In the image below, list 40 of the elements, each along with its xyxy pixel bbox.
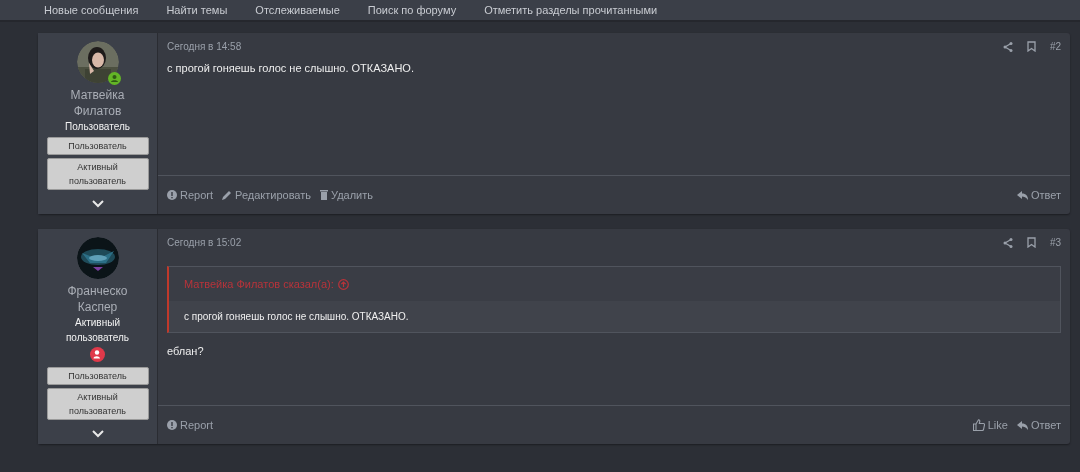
post-time[interactable]: Сегодня в 14:58 <box>167 41 1003 52</box>
nav-link[interactable]: Поиск по форуму <box>367 4 457 16</box>
post-number[interactable]: #3 <box>1049 237 1061 248</box>
report-button[interactable]: Report <box>167 189 214 201</box>
pencil-icon <box>222 190 233 200</box>
delete-button[interactable]: Удалить <box>320 189 374 201</box>
post-number[interactable]: #2 <box>1049 41 1061 52</box>
user-title: Активный пользователь <box>65 316 130 345</box>
user-banner: Пользователь <box>46 367 149 385</box>
share-icon[interactable] <box>1002 237 1013 248</box>
info-icon <box>167 190 177 200</box>
username[interactable]: Франческо Каспер <box>67 283 128 315</box>
edit-button[interactable]: Редактировать <box>222 189 312 201</box>
post-text: еблан? <box>167 345 205 357</box>
user-title: Пользователь <box>65 120 130 134</box>
nav-link[interactable]: Новые сообщения <box>44 4 139 16</box>
info-icon <box>167 420 177 430</box>
reply-icon <box>1016 420 1028 430</box>
report-button[interactable]: Report <box>167 419 214 431</box>
user-banner: Пользователь <box>46 137 149 155</box>
bookmark-icon[interactable] <box>1026 237 1036 248</box>
nav-link[interactable]: Найти темы <box>166 4 228 16</box>
user-banner: Активный пользователь <box>46 158 149 190</box>
chevron-down-icon[interactable] <box>91 430 104 438</box>
like-button[interactable]: Like <box>972 419 1008 431</box>
nav-link[interactable]: Отслеживаемые <box>255 4 340 16</box>
reply-button[interactable]: Ответ <box>1016 419 1061 431</box>
chevron-down-icon[interactable] <box>91 200 104 208</box>
username[interactable]: Матвейка Филатов <box>70 87 125 119</box>
user-banner: Активный пользователь <box>46 388 149 420</box>
quote-text: с прогой гоняешь голос не слышно. ОТКАЗАНО. <box>169 301 1060 332</box>
nav-link[interactable]: Отметить разделы прочитанными <box>484 4 658 16</box>
post-time[interactable]: Сегодня в 15:02 <box>167 237 1003 248</box>
thumbs-up-icon <box>972 419 985 431</box>
post-text: с прогой гоняешь голос не слышно. ОТКАЗАНО. <box>167 62 415 74</box>
bookmark-icon[interactable] <box>1026 41 1036 52</box>
trash-icon <box>320 190 329 200</box>
reply-icon <box>1016 190 1028 200</box>
share-icon[interactable] <box>1002 41 1013 52</box>
reply-button[interactable]: Ответ <box>1016 189 1061 201</box>
